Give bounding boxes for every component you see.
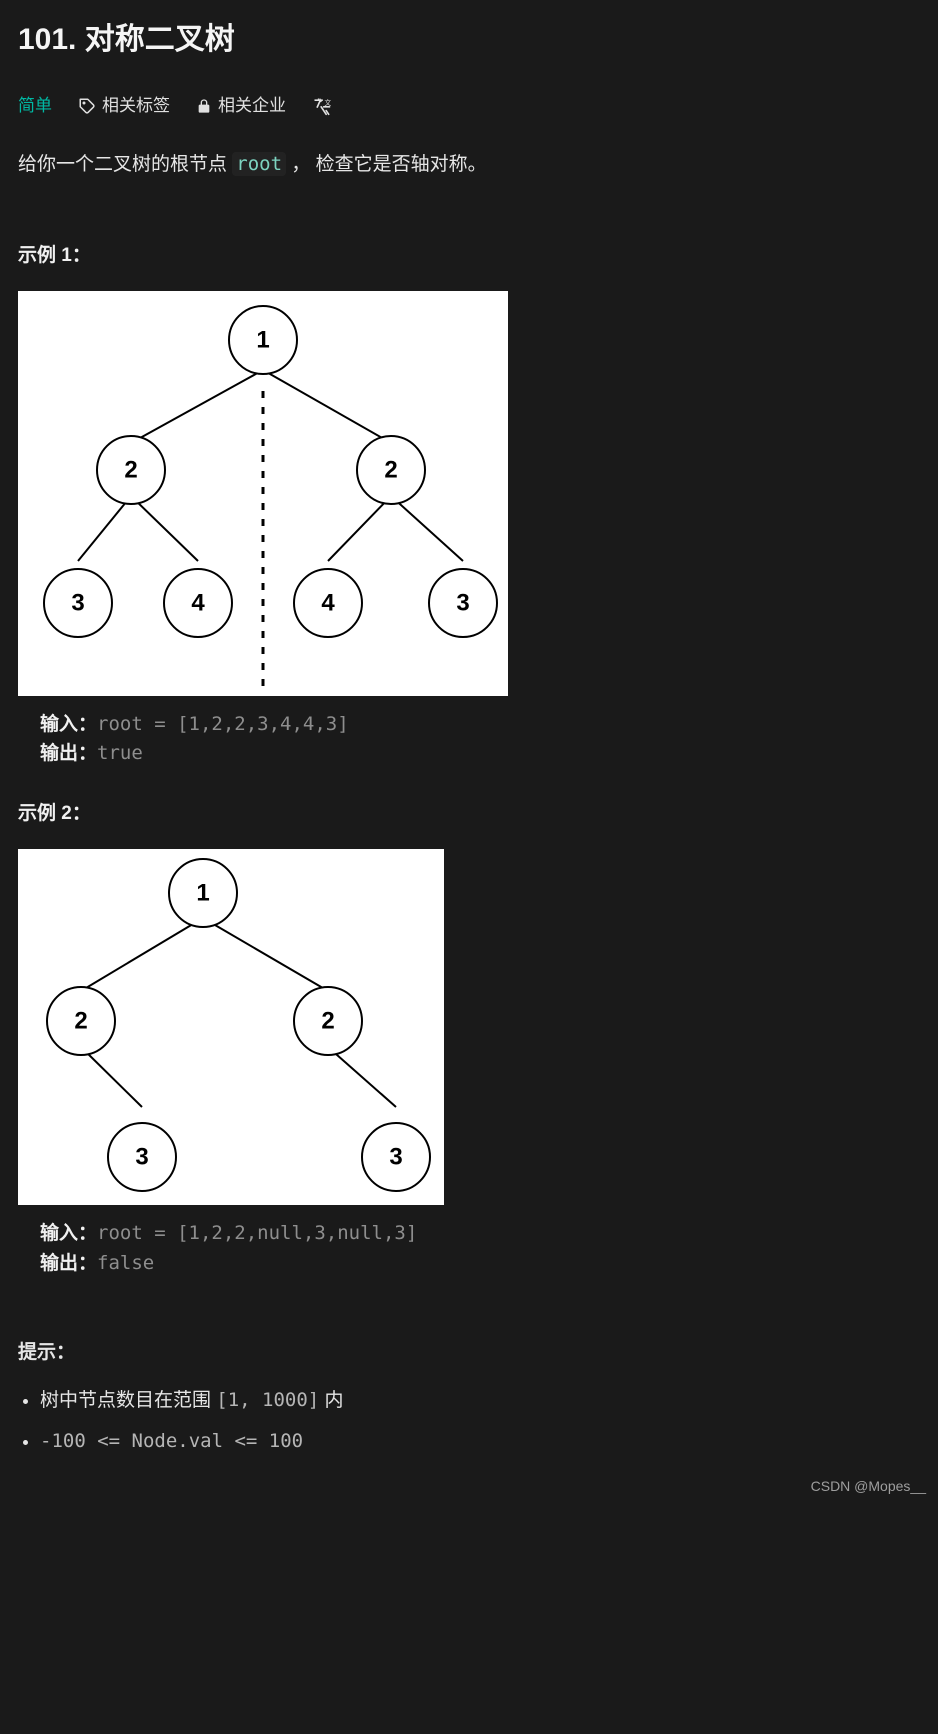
- svg-text:1: 1: [256, 326, 269, 353]
- translate-icon: 文: [312, 96, 332, 116]
- svg-text:4: 4: [191, 589, 205, 616]
- svg-text:2: 2: [124, 456, 137, 483]
- example2-io: 输入：root = [1,2,2,null,3,null,3] 输出：false: [18, 1219, 920, 1278]
- lock-icon: [196, 98, 212, 114]
- example1-diagram: 1 2 2 3 4 4 3: [18, 291, 508, 696]
- example2-diagram: 1 2 2 3 3: [18, 849, 444, 1205]
- svg-text:3: 3: [135, 1144, 148, 1171]
- meta-row: 简单 相关标签 相关企业 文: [18, 92, 920, 119]
- hint-item: 树中节点数目在范围 [1, 1000] 内: [40, 1385, 920, 1416]
- svg-text:2: 2: [384, 456, 397, 483]
- companies-label: 相关企业: [218, 92, 286, 119]
- example2-heading: 示例 2：: [18, 799, 920, 829]
- tags-label: 相关标签: [102, 92, 170, 119]
- difficulty-badge: 简单: [18, 92, 52, 119]
- tag-icon: [78, 97, 96, 115]
- problem-description: 给你一个二叉树的根节点 root ， 检查它是否轴对称。: [18, 149, 920, 180]
- translate-button[interactable]: 文: [312, 96, 332, 116]
- watermark: CSDN @Mopes__: [811, 1475, 926, 1497]
- hint-item: -100 <= Node.val <= 100: [40, 1426, 920, 1457]
- problem-title: 101. 对称二叉树: [18, 16, 920, 64]
- hints-heading: 提示：: [18, 1338, 920, 1368]
- svg-text:4: 4: [321, 589, 335, 616]
- example1-heading: 示例 1：: [18, 241, 920, 271]
- svg-text:2: 2: [321, 1008, 334, 1035]
- example1-io: 输入：root = [1,2,2,3,4,4,3] 输出：true: [18, 710, 920, 769]
- svg-text:3: 3: [456, 589, 469, 616]
- code-root: root: [232, 152, 286, 176]
- svg-text:3: 3: [71, 589, 84, 616]
- hints-list: 树中节点数目在范围 [1, 1000] 内 -100 <= Node.val <…: [18, 1385, 920, 1458]
- svg-text:1: 1: [196, 880, 209, 907]
- companies-link[interactable]: 相关企业: [196, 92, 286, 119]
- tags-link[interactable]: 相关标签: [78, 92, 170, 119]
- svg-text:2: 2: [74, 1008, 87, 1035]
- svg-text:3: 3: [389, 1144, 402, 1171]
- svg-text:文: 文: [325, 98, 332, 107]
